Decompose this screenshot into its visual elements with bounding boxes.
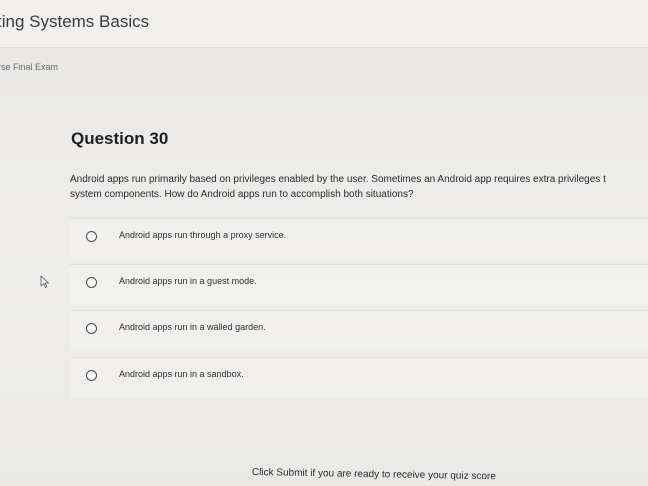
- answer-option-2[interactable]: Android apps run in a guest mode.: [70, 264, 648, 305]
- header-bar: ting Systems Basics: [0, 0, 648, 48]
- question-text-line-2: system components. How do Android apps r…: [70, 189, 414, 200]
- submit-instruction-text: Click Submit if you are ready to receive…: [251, 467, 496, 483]
- answer-option-label[interactable]: Android apps run in a sandbox.: [119, 369, 244, 379]
- question-text: Android apps run primarily based on priv…: [70, 172, 648, 202]
- course-title: ting Systems Basics: [0, 12, 150, 31]
- answer-option-label[interactable]: Android apps run through a proxy service…: [119, 230, 286, 240]
- radio-unselected-icon[interactable]: [86, 370, 97, 381]
- answer-option-label[interactable]: Android apps run in a walled garden.: [119, 322, 266, 332]
- answer-option-3[interactable]: Android apps run in a walled garden.: [70, 310, 648, 351]
- exam-subtitle: rse Final Exam: [0, 62, 59, 72]
- question-title: Question 30: [71, 129, 169, 148]
- answer-option-label[interactable]: Android apps run in a guest mode.: [119, 276, 257, 286]
- answer-option-4[interactable]: Android apps run in a sandbox.: [70, 357, 648, 398]
- answer-option-1[interactable]: Android apps run through a proxy service…: [70, 218, 648, 259]
- radio-unselected-icon[interactable]: [86, 323, 97, 334]
- question-text-line-1: Android apps run primarily based on priv…: [70, 174, 606, 185]
- radio-unselected-icon[interactable]: [86, 277, 97, 288]
- mouse-pointer-icon: [40, 275, 50, 289]
- radio-unselected-icon[interactable]: [86, 231, 97, 242]
